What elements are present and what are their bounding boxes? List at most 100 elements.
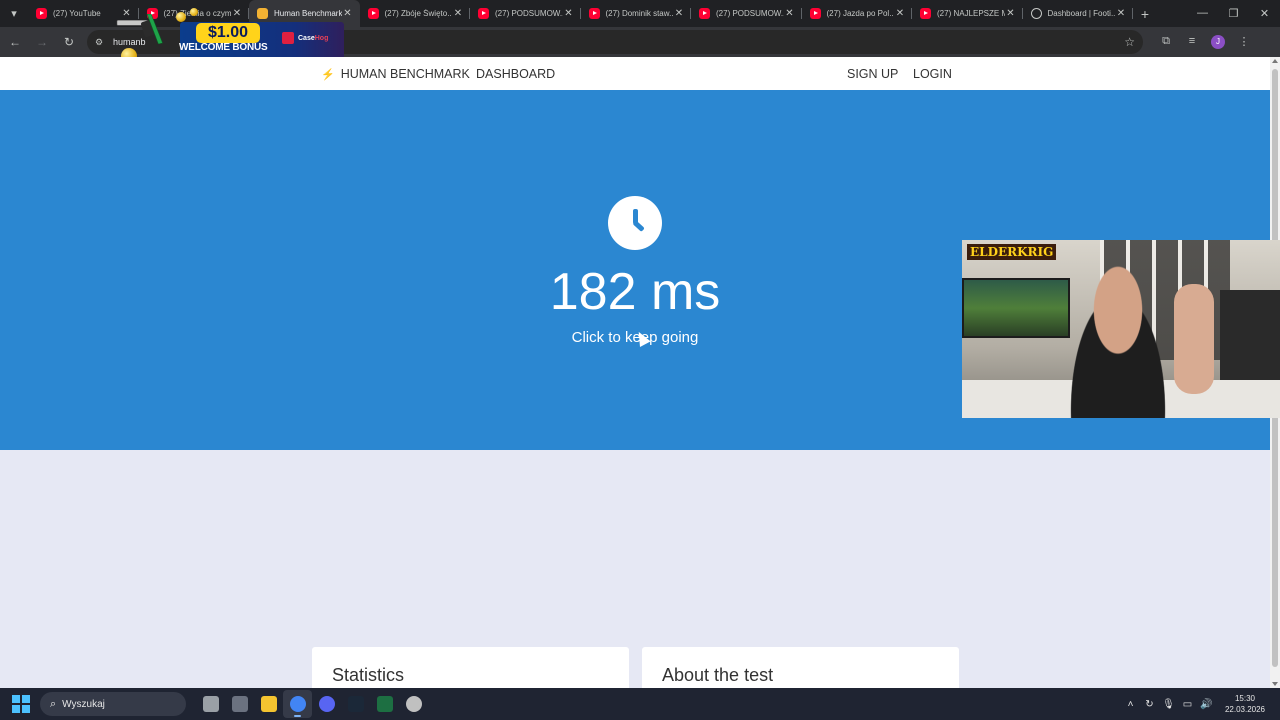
back-arrow-icon: ← — [9, 35, 21, 49]
taskbar-app-excel[interactable] — [370, 690, 399, 718]
tab-close-icon[interactable]: ✕ — [673, 8, 685, 19]
taskbar-app-chrome[interactable] — [283, 690, 312, 718]
scroll-down-icon[interactable] — [1272, 682, 1278, 686]
tab-title: (27) Dominik staw... — [605, 9, 674, 18]
site-logo[interactable]: ⚡ HUMAN BENCHMARK — [321, 67, 470, 81]
taskbar-search-placeholder: Wyszukaj — [62, 698, 105, 710]
search-icon: ⌕ — [50, 697, 57, 710]
toolbar-actions: ⧉ ≡ J ⋮ — [1153, 35, 1257, 49]
tab-close-icon[interactable]: ✕ — [1005, 8, 1017, 19]
tab-close-icon[interactable]: ✕ — [452, 8, 464, 19]
sync-icon[interactable]: ↻ — [1140, 699, 1159, 710]
clock-time: 15:30 — [1234, 694, 1256, 703]
taskbar-clock[interactable]: 15:30 22.03.2026 — [1216, 693, 1274, 715]
youtube-icon — [699, 8, 710, 19]
promo-text: WELCOME BONUS — [179, 42, 268, 53]
forward-arrow-icon: → — [36, 35, 48, 49]
tab-title: (27) Jazda po Pol... — [826, 9, 895, 18]
taskbar-app-steam[interactable] — [341, 690, 370, 718]
about-heading: About the test — [662, 665, 774, 685]
browser-tab[interactable]: (27) Zbóje Święto... ✕ — [360, 0, 470, 27]
nav-dashboard-link[interactable]: DASHBOARD — [476, 67, 555, 81]
bookmark-star-icon[interactable]: ☆ — [1124, 35, 1135, 49]
site-navbar: ⚡ HUMAN BENCHMARK DASHBOARD SIGN UP LOGI… — [0, 57, 1270, 90]
taskbar-app-task-view[interactable] — [225, 690, 254, 718]
task-view-icon — [231, 696, 248, 712]
media-control-icon[interactable]: ≡ — [1179, 35, 1205, 49]
promo-brand: CaseHog — [282, 32, 328, 44]
tab-divider — [1132, 8, 1133, 19]
youtube-icon — [920, 8, 931, 19]
app-icon — [405, 696, 422, 712]
lightning-bolt-icon: ⚡ — [321, 68, 335, 81]
excel-icon — [376, 696, 393, 712]
scroll-up-icon[interactable] — [1272, 59, 1278, 63]
menu-icon[interactable]: ⋮ — [1231, 35, 1257, 49]
system-tray: ˄ ↻ 🎙 ▭ 🔊 15:30 22.03.2026 — [1121, 693, 1280, 715]
youtube-icon — [367, 8, 379, 19]
volume-icon[interactable]: 🔊 — [1197, 699, 1216, 710]
minimize-icon[interactable]: — — [1187, 7, 1218, 20]
profile-avatar[interactable]: J — [1211, 35, 1225, 49]
reload-button[interactable]: ↻ — [57, 30, 81, 54]
clock-icon — [608, 196, 662, 250]
login-link[interactable]: LOGIN — [913, 67, 952, 81]
casehog-logo-icon — [282, 32, 294, 44]
knife-graphic-icon — [116, 14, 163, 44]
browser-tab[interactable]: (27) PODSUMOW... ✕ — [470, 0, 581, 27]
tab-close-icon[interactable]: ✕ — [1115, 8, 1127, 19]
discord-icon — [318, 696, 335, 712]
taskbar-search[interactable]: ⌕ Wyszukaj — [40, 692, 186, 716]
statistics-heading: Statistics — [332, 665, 405, 685]
clock-date: 22.03.2026 — [1224, 705, 1266, 714]
network-icon[interactable]: ▭ — [1178, 699, 1197, 710]
webcam-hand — [1174, 284, 1214, 394]
webcam-aquarium — [962, 278, 1070, 338]
browser-tab[interactable]: (27) PODSUMOW... ✕ — [691, 0, 802, 27]
tab-close-icon[interactable]: ✕ — [784, 8, 796, 19]
extensions-icon[interactable]: ⧉ — [1153, 35, 1179, 49]
youtube-icon — [588, 8, 600, 19]
youtube-icon — [478, 8, 489, 19]
taskbar-app-file-explorer[interactable] — [196, 690, 225, 718]
taskbar-app-folder[interactable] — [254, 690, 283, 718]
back-button[interactable]: ← — [3, 30, 27, 54]
forward-button[interactable]: → — [30, 30, 54, 54]
browser-tab[interactable]: (27) Jazda po Pol... ✕ — [802, 0, 912, 27]
taskbar-app-app[interactable] — [399, 690, 428, 718]
microphone-icon[interactable]: 🎙 — [1159, 699, 1178, 710]
webcam-streamer — [1058, 264, 1178, 418]
close-window-icon[interactable]: ✕ — [1249, 7, 1280, 20]
window-controls: — ❐ ✕ — [1187, 7, 1280, 20]
statistics-card: Statistics — [312, 647, 629, 688]
signup-link[interactable]: SIGN UP — [847, 67, 898, 81]
taskbar-app-discord[interactable] — [312, 690, 341, 718]
tab-close-icon[interactable]: ✕ — [894, 8, 906, 19]
tab-title: (27) PODSUMOW... — [495, 9, 563, 18]
webcam-overlay: ELDERKRIG — [962, 240, 1280, 418]
folder-icon — [260, 696, 277, 712]
reload-icon: ↻ — [63, 35, 75, 49]
tray-chevron-icon[interactable]: ˄ — [1121, 699, 1140, 710]
promo-brand-b: Hog — [314, 34, 329, 42]
file-explorer-icon — [202, 696, 219, 712]
windows-start-icon[interactable] — [12, 695, 30, 713]
browser-tab[interactable]: (27) NAJLEPSZE M...✕ — [912, 0, 1023, 27]
tab-title: (27) Zbóje Święto... — [384, 9, 453, 18]
tab-search-button[interactable]: ▾ — [0, 0, 28, 27]
new-tab-button[interactable]: + — [1133, 6, 1157, 22]
coin-icon — [176, 12, 186, 22]
restore-icon[interactable]: ❐ — [1218, 7, 1249, 20]
tab-close-icon[interactable]: ✕ — [563, 8, 575, 19]
browser-tab[interactable]: (27) Dominik staw... ✕ — [581, 0, 691, 27]
youtube-icon — [809, 8, 821, 19]
promo-amount: $1.00 — [196, 23, 260, 43]
windows-taskbar: ⌕ Wyszukaj ˄ ↻ 🎙 ▭ 🔊 15:30 22.03.2026 — [0, 688, 1280, 720]
webcam-logo: ELDERKRIG — [967, 244, 1057, 260]
taskbar-apps — [196, 690, 428, 718]
tab-title: Dashboard | Footi... — [1047, 9, 1116, 18]
steam-icon — [347, 696, 364, 712]
browser-tab[interactable]: Dashboard | Footi... ✕ — [1023, 0, 1133, 27]
tab-title: (27) PODSUMOW... — [716, 9, 784, 18]
promo-brand-a: Case — [298, 34, 315, 42]
